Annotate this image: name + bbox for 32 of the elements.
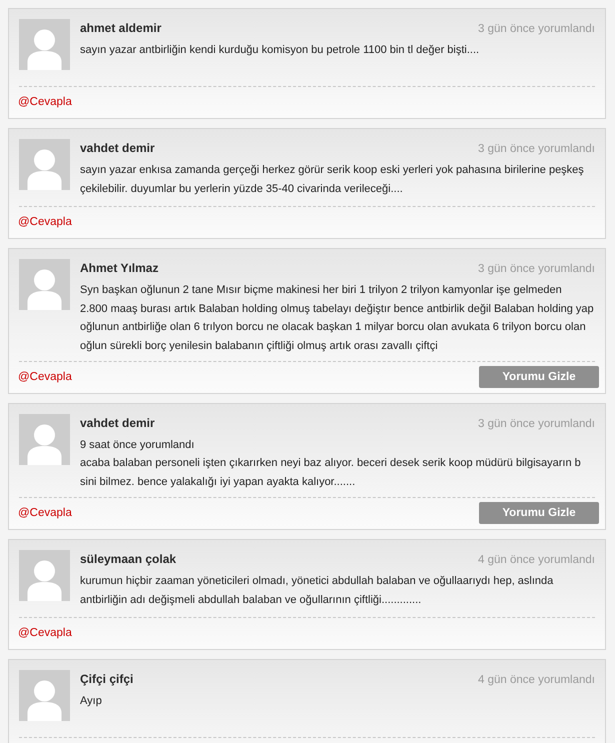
reply-link[interactable]: @Cevapla <box>18 507 72 519</box>
avatar-icon <box>19 550 70 601</box>
author-name: süleymaan çolak <box>80 551 176 568</box>
comment-text: acaba balaban personeli işten çıkarırken neyi baz alıyor. beceri desek serik koop müdürü bilgisayarın b sini bilmez. bence yalakalığı iyi yapan ayakta kalıyor....... <box>80 456 582 490</box>
reply-link[interactable]: @Cevapla <box>18 627 72 639</box>
comment-text: Syn başkan oğlunun 2 tane Mısır biçme makinesi her biri 1 trilyon 2 trilyon kamyonlar işe gelmeden 2.800 maaş burası artık Balaban holding olmuş tabelayı değiştır bence antbirlik değil Balaban holding yap oğlunun antbirliğe olan 6 trılyon borcu ne olacak başkan 1 milyar borcu olan avukata 6 trilyon borcu olan oğlun sürekli borç yenilesin balabanın çiftliği olmuş artık orası zavallı çiftçi <box>80 283 595 354</box>
comment-time: 4 gün önce yorumlandı <box>478 553 595 568</box>
reply-link[interactable]: @Cevapla <box>18 216 72 228</box>
comment-time: 4 gün önce yorumlandı <box>478 673 595 688</box>
avatar-icon <box>19 414 70 465</box>
comment-time: 3 gün önce yorumlandı <box>478 22 595 37</box>
author-name: vahdet demir <box>80 415 155 432</box>
avatar-icon <box>19 670 70 721</box>
comment-text: sayın yazar enkısa zamanda gerçeği herkez görür serik koop eski yerleri yok pahasına birilerine peşkeş çekilebilir. duyumlar bu yerlerin yüzde 35-40 civarinda verileceği.... <box>80 163 585 196</box>
avatar-icon <box>19 19 70 70</box>
avatar-icon <box>19 139 70 190</box>
reply-link[interactable]: @Cevapla <box>18 371 72 383</box>
reply-link[interactable]: @Cevapla <box>18 96 72 108</box>
comment-time: 3 gün önce yorumlandı <box>478 417 595 432</box>
hide-comment-button[interactable]: Yorumu Gizle <box>479 366 599 388</box>
comment-note: 9 saat önce yorumlandı <box>80 438 196 453</box>
comment-text: sayın yazar antbirliğin kendi kurduğu komisyon bu petrole 1100 bin tl değer bişti.... <box>80 43 480 58</box>
comment-text: kurumun hiçbir zaaman yöneticileri olmadı, yönetici abdullah balaban ve oğullaarıydı hep, aslında antbirliğin adı değişmeli abdullah balaban ve oğullarının çiftliği............. <box>80 574 554 608</box>
comment-time: 3 gün önce yorumlandı <box>478 262 595 277</box>
author-name: Çifçi çifçi <box>80 671 134 688</box>
comment-text: Ayıp <box>80 694 103 709</box>
hide-comment-button[interactable]: Yorumu Gizle <box>479 502 599 524</box>
author-name: vahdet demir <box>80 140 155 157</box>
comment-time: 3 gün önce yorumlandı <box>478 142 595 157</box>
author-name: ahmet aldemir <box>80 20 162 37</box>
avatar-icon <box>19 259 70 310</box>
author-name: Ahmet Yılmaz <box>80 260 158 277</box>
